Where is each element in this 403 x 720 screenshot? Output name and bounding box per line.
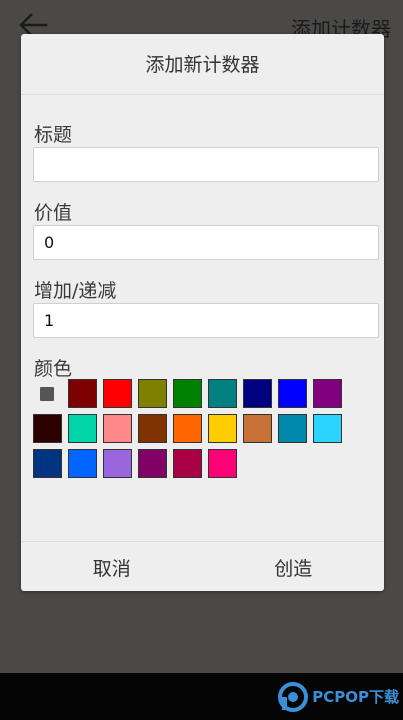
color-swatch[interactable] [243, 414, 272, 443]
dialog-title: 添加新计数器 [21, 34, 384, 95]
step-label: 增加/递减 [34, 280, 117, 302]
title-input[interactable] [33, 147, 379, 182]
color-swatch[interactable] [68, 414, 97, 443]
color-swatch[interactable] [173, 379, 202, 408]
color-swatch[interactable] [173, 414, 202, 443]
navigation-bar: PCPOP下载 [0, 673, 403, 720]
value-label: 价值 [34, 202, 73, 224]
color-swatch[interactable] [208, 414, 237, 443]
step-input[interactable] [33, 303, 379, 338]
color-swatch[interactable] [103, 449, 132, 478]
color-swatch[interactable] [313, 379, 342, 408]
pcpop-logo-icon [278, 682, 309, 712]
color-swatch[interactable] [40, 387, 54, 401]
color-swatch[interactable] [68, 379, 97, 408]
color-swatch[interactable] [243, 379, 272, 408]
color-swatch[interactable] [138, 449, 167, 478]
dialog-footer: 取消 创造 [21, 541, 384, 592]
title-label: 标题 [34, 124, 73, 146]
create-button[interactable]: 创造 [203, 542, 385, 592]
color-swatch[interactable] [278, 414, 307, 443]
cancel-button[interactable]: 取消 [21, 542, 203, 592]
watermark: PCPOP下载 [278, 681, 399, 713]
color-swatch[interactable] [103, 414, 132, 443]
color-swatch[interactable] [33, 449, 62, 478]
color-swatch[interactable] [208, 449, 237, 478]
color-swatch[interactable] [173, 449, 202, 478]
color-swatch[interactable] [313, 414, 342, 443]
color-swatch[interactable] [68, 449, 97, 478]
color-swatch[interactable] [278, 379, 307, 408]
watermark-text: PCPOP下载 [312, 687, 399, 706]
color-label: 颜色 [34, 358, 73, 380]
color-swatch[interactable] [138, 379, 167, 408]
color-swatch[interactable] [103, 379, 132, 408]
add-counter-dialog: 添加新计数器 标题 价值 增加/递减 颜色 取消 创造 [21, 34, 384, 591]
color-swatch[interactable] [33, 414, 62, 443]
color-swatch[interactable] [208, 379, 237, 408]
screen: 添加计数器 添加新计数器 标题 价值 增加/递减 颜色 取消 创造 PCPOP下… [0, 0, 403, 720]
value-input[interactable] [33, 225, 379, 260]
color-swatch[interactable] [138, 414, 167, 443]
